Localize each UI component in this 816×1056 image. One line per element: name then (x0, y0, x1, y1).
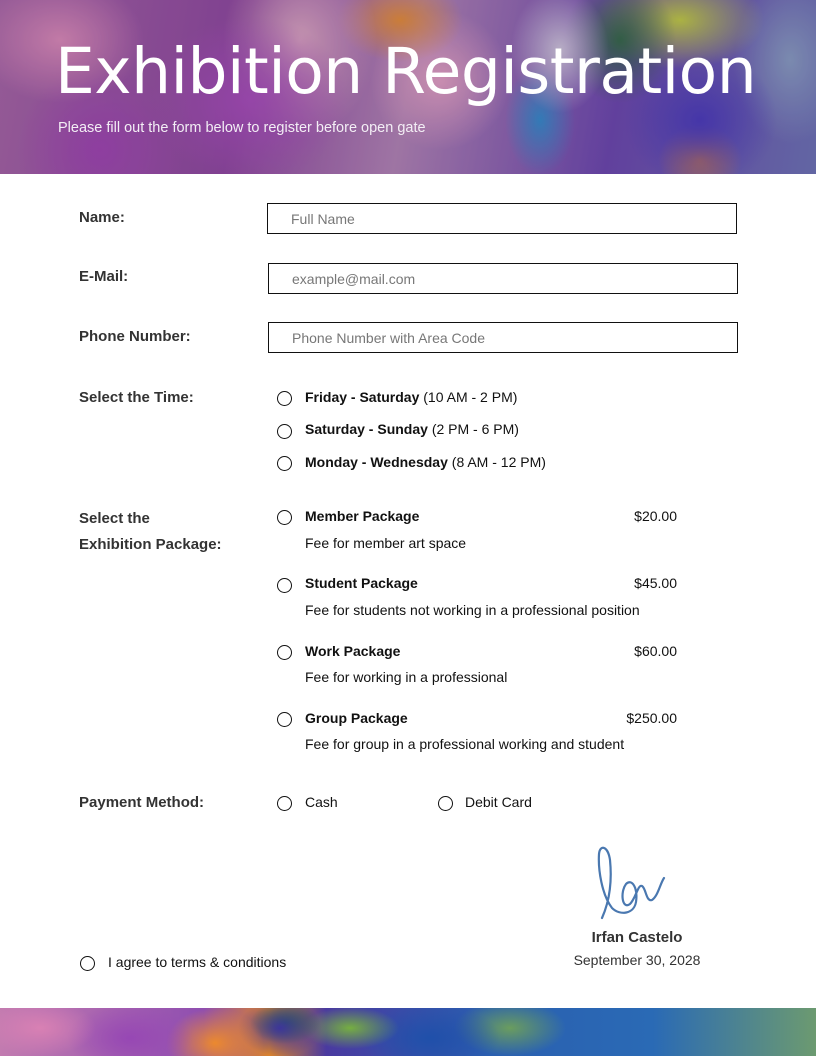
time-radio[interactable] (277, 424, 292, 439)
signer-name: Irfan Castelo (591, 929, 683, 946)
package-radio[interactable] (277, 712, 292, 727)
package-name: Work Package (305, 643, 401, 659)
package-description: Fee for working in a professional (305, 669, 508, 685)
time-radio[interactable] (277, 456, 292, 471)
time-hours: (10 AM - 2 PM) (423, 389, 518, 405)
payment-option-label: Debit Card (465, 794, 532, 810)
time-label: Select the Time: (79, 389, 194, 406)
package-description: Fee for group in a professional working … (305, 736, 625, 752)
signature-image (597, 846, 666, 920)
time-radio[interactable] (277, 391, 292, 406)
time-days: Monday - Wednesday (305, 454, 448, 470)
package-name: Member Package (305, 508, 420, 524)
package-name: Student Package (305, 575, 418, 591)
name-input[interactable] (267, 203, 737, 234)
time-days: Saturday - Sunday (305, 421, 428, 437)
phone-input[interactable] (268, 322, 738, 353)
package-name: Group Package (305, 710, 408, 726)
payment-option-label: Cash (305, 794, 338, 810)
payment-label: Payment Method: (79, 794, 205, 811)
package-radio[interactable] (277, 645, 292, 660)
time-hours: (8 AM - 12 PM) (451, 454, 546, 470)
page-subtitle: Please fill out the form below to regist… (58, 120, 426, 136)
name-label: Name: (79, 209, 125, 226)
package-price: $250.00 (626, 710, 677, 726)
package-radio[interactable] (277, 510, 292, 525)
phone-label: Phone Number: (79, 328, 191, 345)
package-label-line1: Select the (79, 510, 150, 527)
payment-radio[interactable] (277, 796, 292, 811)
package-radio[interactable] (277, 578, 292, 593)
package-description: Fee for students not working in a profes… (305, 602, 640, 618)
terms-label: I agree to terms & conditions (108, 954, 287, 970)
footer-banner (0, 1008, 816, 1056)
email-label: E-Mail: (79, 268, 129, 285)
package-price: $20.00 (634, 508, 677, 524)
page-title: Exhibition Registration (55, 35, 757, 108)
terms-checkbox[interactable] (80, 956, 95, 971)
time-hours: (2 PM - 6 PM) (431, 421, 519, 437)
package-price: $45.00 (634, 575, 677, 591)
time-days: Friday - Saturday (305, 389, 420, 405)
package-price: $60.00 (634, 643, 677, 659)
package-description: Fee for member art space (305, 535, 467, 551)
payment-radio[interactable] (438, 796, 453, 811)
header-banner: Exhibition Registration Please fill out … (0, 0, 816, 174)
email-input[interactable] (268, 263, 738, 294)
signature-date: September 30, 2028 (573, 952, 701, 968)
package-label-line2: Exhibition Package: (79, 536, 222, 553)
signature-stroke (597, 846, 666, 920)
